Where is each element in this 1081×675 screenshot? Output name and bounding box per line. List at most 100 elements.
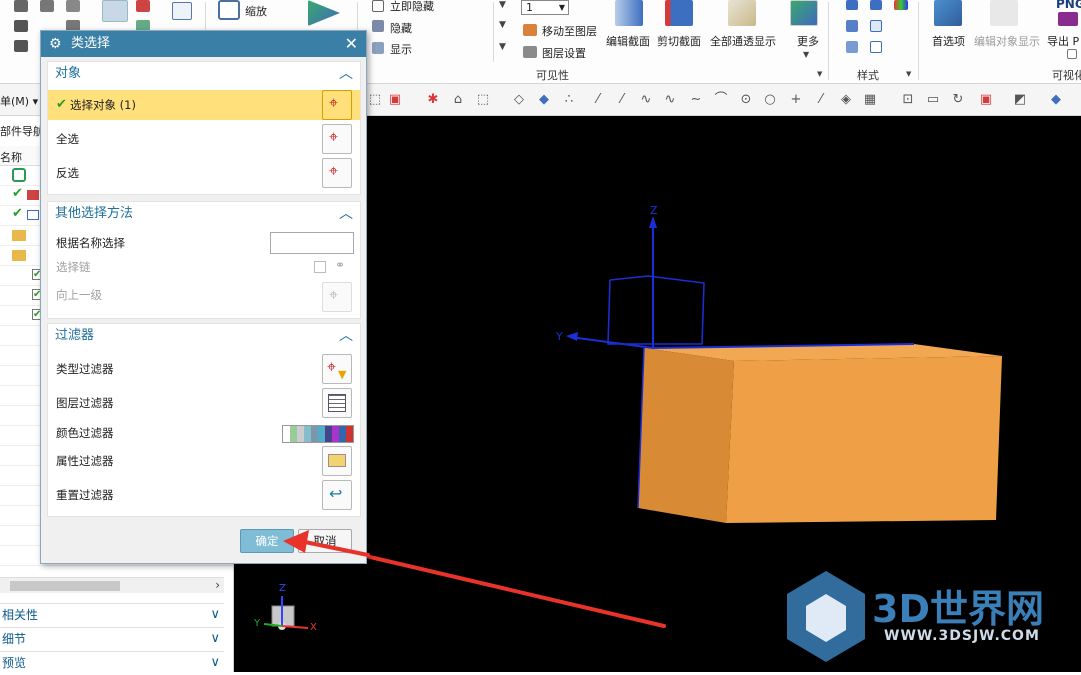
- export-checkbox[interactable]: [1067, 49, 1077, 59]
- fit-icon[interactable]: ⊡: [900, 93, 916, 107]
- line2-icon[interactable]: ⁄: [614, 93, 630, 107]
- clip-section-icon[interactable]: [665, 0, 693, 26]
- dialog-title-bar[interactable]: ⚙ 类选择 ✕: [41, 31, 366, 57]
- close-icon[interactable]: ✕: [345, 31, 358, 57]
- select-object-row[interactable]: ✔ 选择对象 (1): [48, 90, 360, 120]
- select-object-button[interactable]: ⌖: [322, 90, 352, 120]
- scrollbar-thumb[interactable]: [10, 581, 120, 591]
- view-tool-icon[interactable]: [136, 0, 150, 12]
- group-expander-icon[interactable]: ▼: [906, 70, 911, 78]
- small-tool-icon[interactable]: [66, 0, 80, 12]
- object-section-header[interactable]: 对象 ︿: [48, 62, 360, 86]
- render-mode-icon[interactable]: ◩: [1012, 93, 1028, 107]
- other-methods-header[interactable]: 其他选择方法 ︿: [48, 202, 360, 226]
- view-orient-icon[interactable]: [172, 2, 192, 20]
- circle-center-icon[interactable]: ⊙: [738, 93, 754, 107]
- slash-icon[interactable]: ⁄: [813, 93, 829, 107]
- curve-icon[interactable]: ∿: [638, 93, 654, 107]
- show-all-through-label[interactable]: 全部通透显示: [710, 33, 776, 49]
- show-all-through-icon[interactable]: [728, 0, 756, 26]
- small-tool-icon[interactable]: [14, 20, 28, 32]
- group-expander-icon[interactable]: ▼: [817, 70, 822, 78]
- preferences-icon[interactable]: [934, 0, 962, 26]
- ribbon-dropdown-arrow[interactable]: ▼: [499, 42, 506, 52]
- name-input[interactable]: [270, 232, 354, 254]
- rotate-icon[interactable]: ↻: [950, 93, 966, 107]
- ok-button[interactable]: 确定: [240, 529, 294, 553]
- select-all-row[interactable]: 全选: [48, 124, 360, 154]
- box-icon[interactable]: ◇: [511, 93, 527, 107]
- grid-icon[interactable]: ▦: [862, 93, 878, 107]
- show-icon[interactable]: [372, 42, 384, 54]
- export-png-icon[interactable]: [1058, 12, 1078, 26]
- select-all-button[interactable]: ⌖: [322, 124, 352, 154]
- view-tool-icon[interactable]: [102, 0, 128, 22]
- select-chain-checkbox[interactable]: [314, 261, 326, 273]
- cursor-icon[interactable]: ⌂: [450, 93, 466, 107]
- horizontal-scrollbar[interactable]: ›: [0, 577, 224, 593]
- more-label[interactable]: 更多: [797, 33, 819, 49]
- ribbon-dropdown-arrow[interactable]: ▼: [499, 0, 506, 10]
- style-cube-icon[interactable]: [846, 41, 858, 53]
- more-chevron-icon[interactable]: ▼: [803, 50, 809, 59]
- filter-section-header[interactable]: 过滤器 ︿: [48, 324, 360, 348]
- show-label[interactable]: 显示: [390, 41, 412, 57]
- invert-selection-button[interactable]: ⌖: [322, 158, 352, 188]
- rect-select-icon[interactable]: ⬚: [475, 93, 491, 107]
- window-icon[interactable]: ▭: [925, 93, 941, 107]
- type-filter-button[interactable]: ⌖ ▼: [322, 354, 352, 384]
- preferences-label[interactable]: 首选项: [932, 33, 965, 49]
- dependencies-panel[interactable]: 相关性 ∨: [0, 603, 224, 627]
- more-icon[interactable]: [790, 0, 818, 26]
- box-front-face[interactable]: [726, 356, 1002, 523]
- layer-select[interactable]: 1 ▼: [521, 0, 569, 15]
- small-tool-icon[interactable]: [14, 40, 28, 52]
- cancel-button[interactable]: 取消: [298, 529, 352, 553]
- edit-section-icon[interactable]: [615, 0, 643, 26]
- hide-immediately-icon[interactable]: [372, 0, 384, 12]
- face-icon[interactable]: ◈: [838, 93, 854, 107]
- zoom-icon[interactable]: [218, 0, 240, 20]
- circle-icon[interactable]: ○: [762, 93, 778, 107]
- style-cube-icon[interactable]: [870, 20, 882, 32]
- ribbon-dropdown-arrow[interactable]: ▼: [499, 20, 506, 30]
- box-side-face[interactable]: [638, 348, 734, 523]
- export-label[interactable]: 导出 P: [1047, 33, 1079, 49]
- scroll-right-icon[interactable]: ›: [215, 578, 220, 592]
- small-tool-icon[interactable]: [14, 0, 28, 12]
- layer-settings-icon[interactable]: [523, 46, 537, 58]
- menu-button[interactable]: 单(M) ▾: [0, 93, 38, 109]
- attribute-filter-button[interactable]: [322, 446, 352, 476]
- clip-section-label[interactable]: 剪切截面: [657, 33, 701, 49]
- color-filter-swatch[interactable]: [282, 425, 354, 443]
- layer-filter-button[interactable]: [322, 388, 352, 418]
- reset-filter-button[interactable]: ↩: [322, 480, 352, 510]
- line-icon[interactable]: ⁄: [590, 93, 606, 107]
- hide-immediately-label[interactable]: 立即隐藏: [390, 0, 434, 14]
- render-icon[interactable]: [308, 0, 340, 26]
- wave-icon[interactable]: ∼: [688, 93, 704, 107]
- hide-icon[interactable]: [372, 20, 384, 32]
- style-cube-icon[interactable]: [870, 0, 882, 10]
- arc-icon[interactable]: ⌒: [713, 93, 729, 107]
- name-column-header[interactable]: 名称: [0, 149, 22, 165]
- solid-icon[interactable]: ◆: [536, 93, 552, 107]
- move-to-layer-icon[interactable]: [523, 24, 537, 36]
- style-cube-icon[interactable]: [870, 41, 882, 53]
- invert-selection-row[interactable]: 反选: [48, 158, 360, 188]
- plus-icon[interactable]: +: [788, 93, 804, 107]
- shaded-cube-icon[interactable]: ◆: [1048, 93, 1064, 107]
- small-tool-icon[interactable]: [40, 0, 54, 12]
- layout-icon[interactable]: ▣: [978, 93, 994, 107]
- color-palette-icon[interactable]: [894, 0, 908, 10]
- snap-icon[interactable]: ▣: [387, 93, 403, 107]
- zoom-label[interactable]: 缩放: [245, 3, 267, 19]
- dots-icon[interactable]: ∴: [561, 93, 577, 107]
- style-cube-icon[interactable]: [846, 20, 858, 32]
- hide-label[interactable]: 隐藏: [390, 20, 412, 36]
- layer-settings-label[interactable]: 图层设置: [542, 45, 586, 61]
- preview-panel[interactable]: 预览 ∨: [0, 651, 224, 675]
- select-filter-icon[interactable]: ⬚: [367, 93, 383, 107]
- style-cube-icon[interactable]: [846, 0, 858, 10]
- move-to-layer-label[interactable]: 移动至图层: [542, 23, 597, 39]
